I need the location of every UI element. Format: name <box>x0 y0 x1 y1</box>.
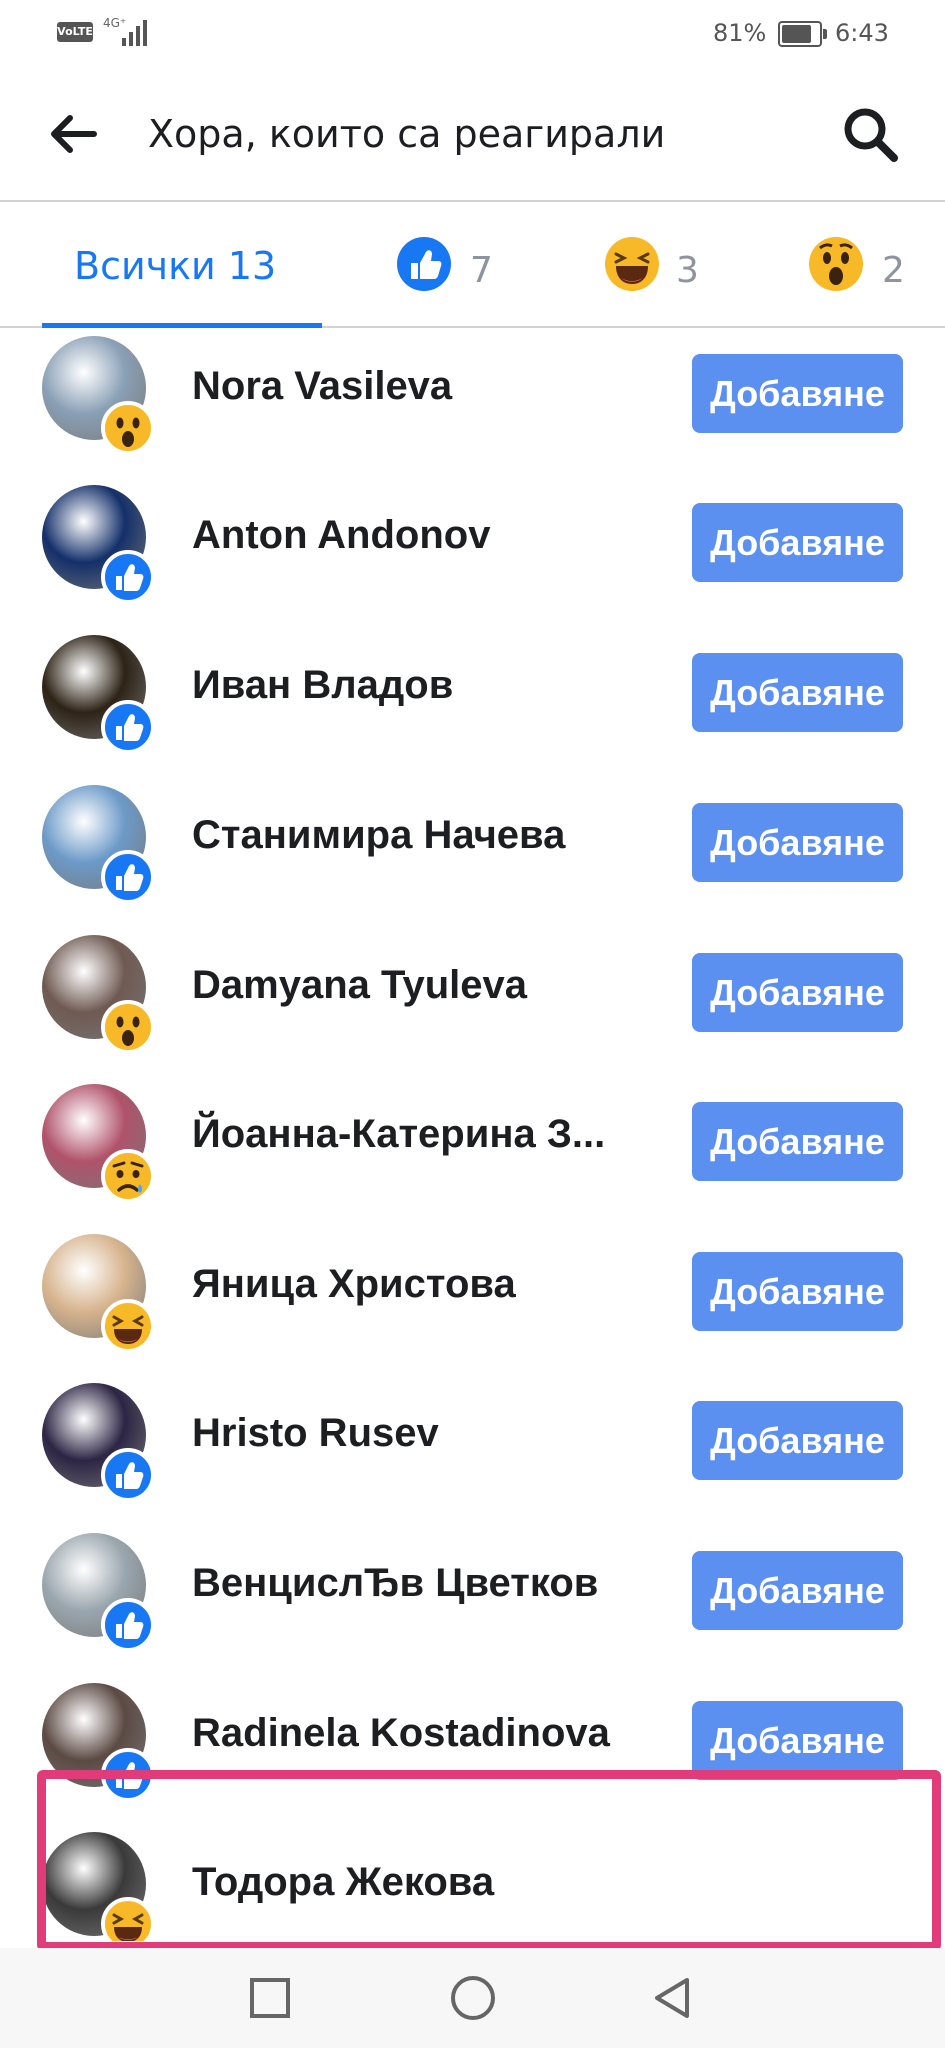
person-row[interactable]: Яница Христова Добавяне <box>0 1218 945 1368</box>
volte-indicator: VoLTE <box>57 22 93 42</box>
person-name[interactable]: Иван Владов <box>192 663 453 708</box>
like-reaction-icon <box>101 1748 155 1802</box>
person-row[interactable]: Radinela Kostadinova Добавяне <box>0 1667 945 1817</box>
tab-haha[interactable]: 3 <box>598 202 728 326</box>
person-name[interactable]: Anton Andonov <box>192 513 490 558</box>
person-row[interactable]: Тодора Жекова <box>0 1816 945 1941</box>
signal-icon <box>122 20 147 46</box>
like-reaction-icon <box>101 1448 155 1502</box>
like-icon <box>397 237 451 291</box>
sad-reaction-icon <box>101 1149 155 1203</box>
person-row[interactable]: ВенцислЂв Цветков Добавяне <box>0 1517 945 1667</box>
triangle-back-icon[interactable] <box>645 1970 701 2026</box>
tab-like-count: 7 <box>470 250 493 291</box>
clock: 6:43 <box>835 19 889 47</box>
person-name[interactable]: Nora Vasileva <box>192 364 452 409</box>
add-friend-button[interactable]: Добавяне <box>692 503 903 582</box>
add-friend-button[interactable]: Добавяне <box>692 1102 903 1181</box>
person-row[interactable]: Nora Vasileva Добавяне <box>0 326 945 470</box>
add-friend-button[interactable]: Добавяне <box>692 1551 903 1630</box>
person-name[interactable]: Йоанна-Катерина З... <box>192 1112 605 1157</box>
square-icon[interactable] <box>242 1970 298 2026</box>
like-reaction-icon <box>101 550 155 604</box>
add-friend-button[interactable]: Добавяне <box>692 953 903 1032</box>
person-name[interactable]: Тодора Жекова <box>192 1860 494 1905</box>
add-friend-button[interactable]: Добавяне <box>692 1252 903 1331</box>
person-row[interactable]: Йоанна-Катерина З... Добавяне <box>0 1068 945 1218</box>
person-name[interactable]: ВенцислЂв Цветков <box>192 1561 598 1606</box>
wow-reaction-icon <box>101 401 155 455</box>
page-title: Хора, които са реагирали <box>148 112 666 156</box>
person-name[interactable]: Damyana Tyuleva <box>192 963 527 1008</box>
reaction-tabs: Всички 13 7 3 2 <box>0 202 945 328</box>
arrow-left-icon[interactable] <box>44 106 100 162</box>
like-reaction-icon <box>101 1598 155 1652</box>
person-row[interactable]: Станимира Начева Добавяне <box>0 769 945 919</box>
person-name[interactable]: Яница Христова <box>192 1262 516 1307</box>
battery-icon <box>778 21 827 47</box>
person-row[interactable]: Иван Владов Добавяне <box>0 619 945 769</box>
person-row[interactable]: Hristo Rusev Добавяне <box>0 1367 945 1517</box>
person-name[interactable]: Станимира Начева <box>192 813 565 858</box>
tab-all[interactable]: Всички 13 <box>42 202 322 328</box>
people-list: Nora Vasileva Добавяне Anton Andonov Добавя… <box>0 326 945 1941</box>
battery-percent: 81% <box>713 19 767 47</box>
haha-icon <box>605 237 659 291</box>
add-friend-button[interactable]: Добавяне <box>692 803 903 882</box>
person-name[interactable]: Hristo Rusev <box>192 1411 439 1456</box>
tab-all-label: Всички 13 <box>74 244 277 288</box>
person-row[interactable]: Damyana Tyuleva Добавяне <box>0 919 945 1069</box>
tab-haha-count: 3 <box>676 250 699 291</box>
wow-icon <box>809 237 863 291</box>
navigation-bar <box>0 1948 945 2048</box>
haha-reaction-icon <box>101 1299 155 1353</box>
status-bar: VoLTE 4G⁺ 81% 6:43 <box>0 0 945 70</box>
tab-wow-count: 2 <box>882 250 905 291</box>
circle-icon[interactable] <box>445 1970 501 2026</box>
person-name[interactable]: Radinela Kostadinova <box>192 1711 610 1756</box>
search-icon[interactable] <box>838 102 904 168</box>
wow-reaction-icon <box>101 1000 155 1054</box>
haha-reaction-icon <box>101 1897 155 1941</box>
add-friend-button[interactable]: Добавяне <box>692 354 903 433</box>
add-friend-button[interactable]: Добавяне <box>692 653 903 732</box>
tab-like[interactable]: 7 <box>390 202 520 326</box>
person-row[interactable]: Anton Andonov Добавяне <box>0 469 945 619</box>
header: Хора, които са реагирали <box>0 70 945 202</box>
add-friend-button[interactable]: Добавяне <box>692 1401 903 1480</box>
add-friend-button[interactable]: Добавяне <box>692 1701 903 1780</box>
like-reaction-icon <box>101 700 155 754</box>
tab-wow[interactable]: 2 <box>806 202 945 326</box>
like-reaction-icon <box>101 850 155 904</box>
